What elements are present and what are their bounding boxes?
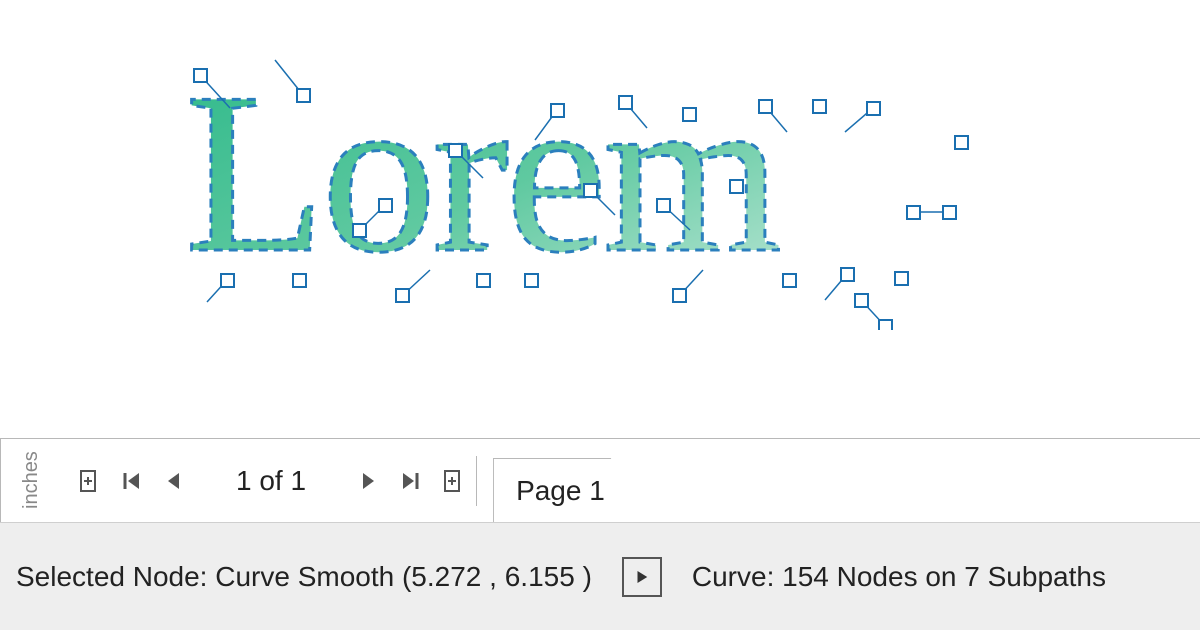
next-page-button[interactable]	[352, 458, 386, 504]
previous-page-icon	[161, 469, 185, 493]
first-page-icon	[119, 469, 143, 493]
ruler-unit-label: inches	[0, 439, 62, 522]
status-bar: Selected Node: Curve Smooth (5.272 , 6.1…	[0, 522, 1200, 630]
next-page-icon	[357, 469, 381, 493]
add-page-after-button[interactable]	[436, 458, 470, 504]
page-plus-icon	[441, 469, 465, 493]
separator	[476, 456, 477, 506]
artwork-lorem[interactable]: Lorem	[185, 40, 1005, 330]
last-page-icon	[399, 469, 423, 493]
page-plus-icon	[77, 469, 101, 493]
previous-page-button[interactable]	[156, 458, 190, 504]
first-page-button[interactable]	[114, 458, 148, 504]
status-play-button[interactable]	[622, 557, 662, 597]
selected-node-status: Selected Node: Curve Smooth (5.272 , 6.1…	[16, 561, 592, 593]
play-icon	[633, 568, 651, 586]
vector-text[interactable]: Lorem	[185, 45, 779, 300]
curve-info-status: Curve: 154 Nodes on 7 Subpaths	[692, 561, 1106, 593]
page-tab-label: Page 1	[516, 475, 605, 507]
page-count-label: 1 of 1	[236, 465, 306, 497]
last-page-button[interactable]	[394, 458, 428, 504]
page-navigation-bar: inches 1 of 1 Page 1	[0, 438, 1200, 522]
page-tab-1[interactable]: Page 1	[493, 458, 639, 522]
page-tabs: Page 1	[493, 439, 639, 522]
add-page-before-button[interactable]	[72, 458, 106, 504]
canvas-area[interactable]: Lorem	[0, 0, 1200, 438]
page-nav-controls: 1 of 1	[62, 439, 485, 522]
